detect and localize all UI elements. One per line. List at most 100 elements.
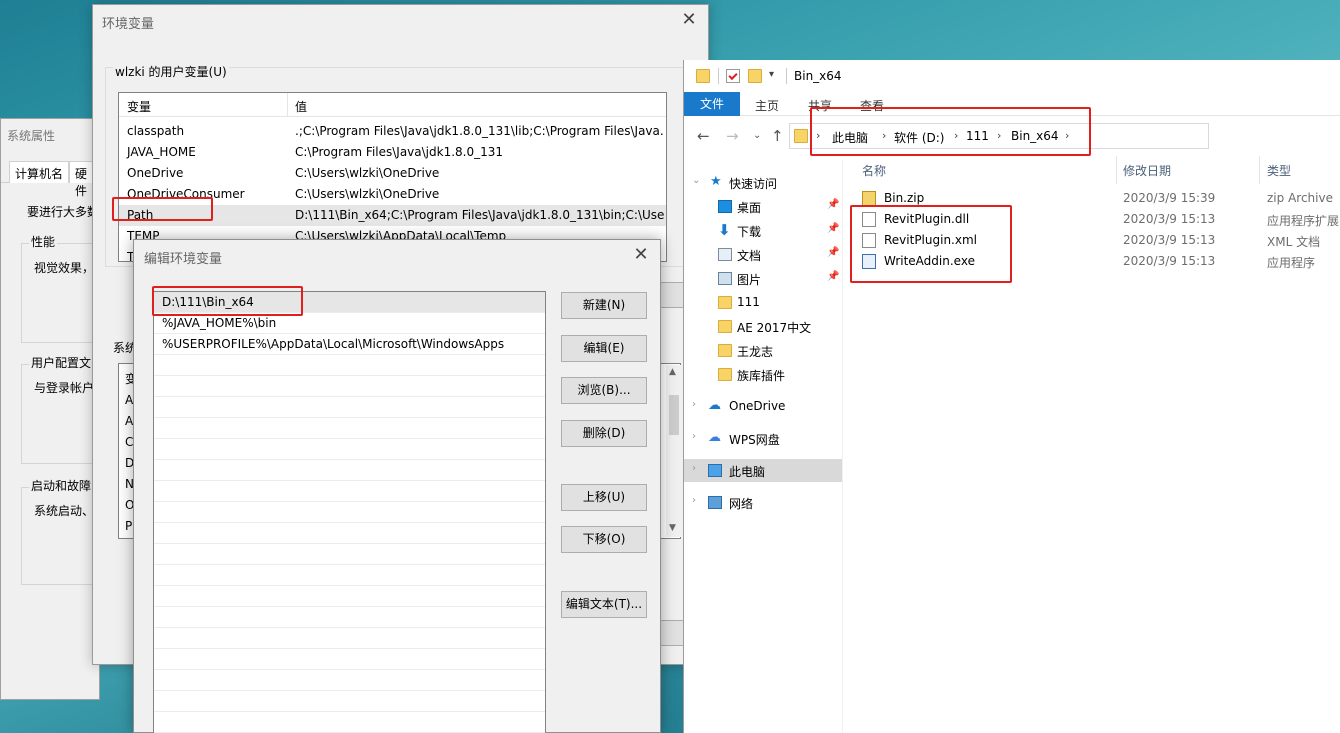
nav-onedrive[interactable]: › ☁ OneDrive — [684, 395, 842, 418]
list-item-empty[interactable] — [154, 544, 545, 565]
nav-folder-plugins[interactable]: 族库插件 — [684, 363, 842, 386]
file-date: 2020/3/9 15:13 — [1123, 233, 1216, 247]
nav-downloads[interactable]: ⬇ 下载 📌 — [684, 219, 842, 242]
col-type[interactable]: 类型 — [1267, 162, 1291, 179]
recent-chevron-icon[interactable]: ⌄ — [753, 130, 761, 141]
browse-button[interactable]: 浏览(B)... — [561, 377, 647, 404]
tab-home[interactable]: 主页 — [755, 97, 779, 114]
delete-button[interactable]: 删除(D) — [561, 420, 647, 447]
list-item-empty[interactable] — [154, 523, 545, 544]
nav-desktop[interactable]: 桌面 📌 — [684, 195, 842, 218]
nav-network[interactable]: › 网络 — [684, 491, 842, 514]
close-icon[interactable]: ✕ — [630, 244, 652, 266]
back-arrow-icon[interactable]: ← — [697, 127, 710, 145]
nav-this-pc[interactable]: › 此电脑 — [684, 459, 842, 482]
pin-icon[interactable]: 📌 — [827, 199, 839, 210]
list-item[interactable]: %USERPROFILE%\AppData\Local\Microsoft\Wi… — [154, 334, 545, 355]
window-title: Bin_x64 — [794, 69, 842, 83]
var-name: classpath — [127, 124, 185, 138]
tab-computer-name[interactable]: 计算机名 — [9, 161, 70, 183]
nav-label: 图片 — [737, 273, 762, 287]
list-item-empty[interactable] — [154, 418, 545, 439]
chevron-right-icon[interactable]: › — [692, 399, 696, 410]
desktop-icon — [718, 200, 732, 213]
nav-folder-111[interactable]: 111 — [684, 291, 842, 314]
nav-documents[interactable]: 文档 📌 — [684, 243, 842, 266]
computer-icon — [708, 464, 722, 477]
col-name[interactable]: 名称 — [862, 162, 886, 179]
system-vars-scrollbar[interactable]: ▲ ▼ — [666, 365, 682, 537]
file-type: zip Archive — [1267, 191, 1333, 205]
qat-customize-icon[interactable]: ▾ — [769, 69, 774, 80]
table-row[interactable]: A — [125, 414, 133, 428]
scroll-down-icon[interactable]: ▼ — [669, 523, 676, 533]
list-item-empty[interactable] — [154, 649, 545, 670]
table-row[interactable]: OneDrive C:\Users\wlzki\OneDrive — [119, 163, 666, 184]
edit-button[interactable]: 编辑(E) — [561, 335, 647, 362]
nav-quick-access[interactable]: ⌄ ★ 快速访问 — [684, 171, 842, 194]
close-icon[interactable]: ✕ — [678, 9, 700, 31]
table-header: 变量 值 — [119, 93, 666, 117]
new-button[interactable]: 新建(N) — [561, 292, 647, 319]
sysprops-title: 系统属性 — [7, 129, 56, 143]
pin-icon[interactable]: 📌 — [827, 223, 839, 234]
path-entries-list[interactable]: D:\111\Bin_x64 %JAVA_HOME%\bin %USERPROF… — [153, 291, 546, 733]
col-value[interactable]: 值 — [295, 98, 307, 115]
nav-folder-wanglongzhi[interactable]: 王龙志 — [684, 339, 842, 362]
pin-icon[interactable]: 📌 — [827, 271, 839, 282]
col-variable[interactable]: 变量 — [127, 98, 151, 115]
list-item[interactable]: %JAVA_HOME%\bin — [154, 313, 545, 334]
scroll-thumb[interactable] — [669, 395, 679, 435]
list-item-empty[interactable] — [154, 628, 545, 649]
table-row[interactable]: classpath .;C:\Program Files\Java\jdk1.8… — [119, 121, 666, 142]
nav-folder-ae[interactable]: AE 2017中文 — [684, 315, 842, 338]
forward-arrow-icon[interactable]: → — [726, 127, 739, 145]
table-row[interactable]: JAVA_HOME C:\Program Files\Java\jdk1.8.0… — [119, 142, 666, 163]
col-date[interactable]: 修改日期 — [1123, 162, 1171, 179]
perf-text: 视觉效果， — [34, 261, 95, 275]
nav-pictures[interactable]: 图片 📌 — [684, 267, 842, 290]
list-item-empty[interactable] — [154, 712, 545, 733]
zip-file-icon — [862, 191, 876, 206]
nav-label: 族库插件 — [737, 369, 786, 383]
annotation-box-files — [850, 205, 1012, 283]
list-item-empty[interactable] — [154, 460, 545, 481]
profile-text: 与登录帐户 — [34, 381, 95, 395]
list-item-empty[interactable] — [154, 691, 545, 712]
chevron-down-icon[interactable]: ⌄ — [692, 175, 700, 186]
move-down-button[interactable]: 下移(O) — [561, 526, 647, 553]
nav-label: 文档 — [737, 249, 762, 263]
list-item-empty[interactable] — [154, 502, 545, 523]
editdlg-title: 编辑环境变量 — [144, 252, 223, 267]
nav-wps[interactable]: › ☁ WPS网盘 — [684, 427, 842, 450]
envvars-title: 环境变量 — [102, 17, 155, 32]
list-item-empty[interactable] — [154, 565, 545, 586]
scroll-up-icon[interactable]: ▲ — [669, 367, 676, 377]
file-date: 2020/3/9 15:39 — [1123, 191, 1216, 205]
sysprops-intro: 要进行大多数 — [27, 205, 100, 219]
list-item-empty[interactable] — [154, 376, 545, 397]
tab-file[interactable]: 文件 — [684, 92, 740, 116]
navigation-pane: ⌄ ★ 快速访问 桌面 📌 ⬇ 下载 📌 文档 📌 图片 📌 111 AE 20… — [684, 160, 842, 733]
list-item-empty[interactable] — [154, 355, 545, 376]
user-vars-table[interactable]: 变量 值 classpath .;C:\Program Files\Java\j… — [118, 92, 667, 262]
new-folder-icon[interactable] — [748, 69, 762, 83]
list-item-empty[interactable] — [154, 607, 545, 628]
table-row[interactable]: P — [125, 519, 132, 533]
chevron-right-icon[interactable]: › — [692, 431, 696, 442]
list-item-empty[interactable] — [154, 670, 545, 691]
up-arrow-icon[interactable]: ↑ — [771, 127, 784, 145]
properties-icon[interactable] — [726, 69, 740, 83]
list-item-empty[interactable] — [154, 586, 545, 607]
chevron-right-icon[interactable]: › — [692, 495, 696, 506]
pin-icon[interactable]: 📌 — [827, 247, 839, 258]
list-item-empty[interactable] — [154, 439, 545, 460]
edit-text-button[interactable]: 编辑文本(T)... — [561, 591, 647, 618]
file-date: 2020/3/9 15:13 — [1123, 212, 1216, 226]
table-row[interactable]: A — [125, 393, 133, 407]
move-up-button[interactable]: 上移(U) — [561, 484, 647, 511]
list-item-empty[interactable] — [154, 481, 545, 502]
nav-label: 王龙志 — [737, 345, 774, 359]
list-item-empty[interactable] — [154, 397, 545, 418]
chevron-right-icon[interactable]: › — [692, 463, 696, 474]
